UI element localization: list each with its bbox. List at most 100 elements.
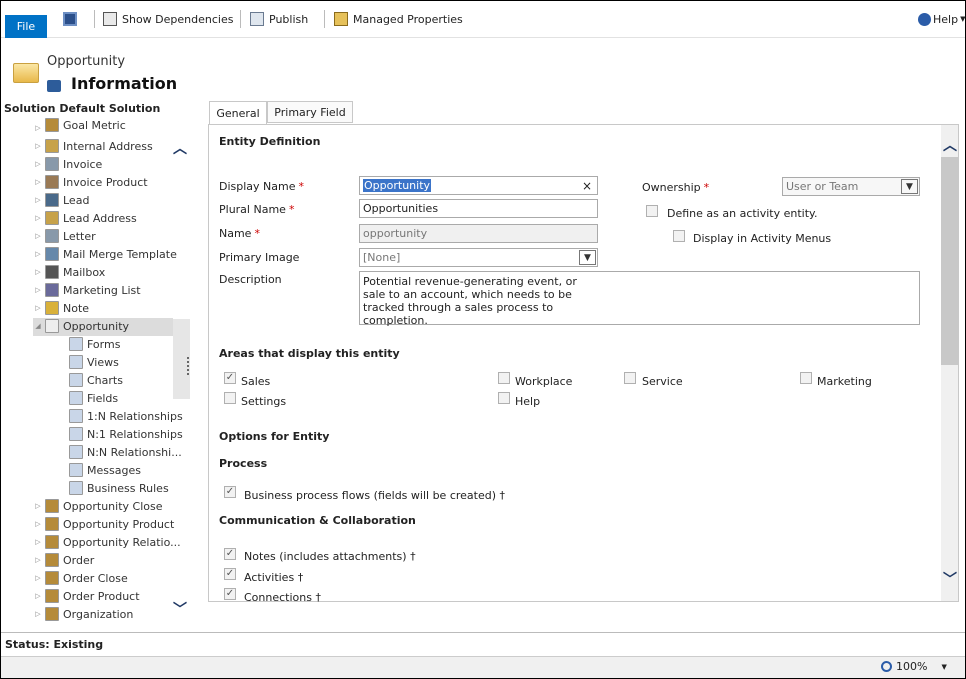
marketing-label: Marketing: [817, 375, 872, 388]
entity-name: Opportunity: [47, 54, 126, 69]
expand-icon[interactable]: ▷: [33, 268, 43, 276]
nav-item-label: N:1 Relationships: [87, 427, 183, 441]
settings-checkbox[interactable]: [224, 392, 236, 404]
nav-sub-item[interactable]: Messages: [67, 461, 141, 479]
nav-item-label: Organization: [63, 607, 134, 621]
nav-item-label: Charts: [87, 373, 123, 387]
connections-checkbox[interactable]: ✓: [224, 588, 236, 600]
workplace-checkbox[interactable]: [498, 372, 510, 384]
expand-icon[interactable]: ▷: [33, 214, 43, 222]
activity-entity-checkbox[interactable]: [646, 205, 658, 217]
expand-icon[interactable]: ▷: [33, 250, 43, 258]
nav-item[interactable]: ▷ Lead Address: [33, 209, 137, 227]
nav-item[interactable]: ▷ Order Close: [33, 569, 128, 587]
description-textarea[interactable]: Potential revenue-generating event, or s…: [359, 271, 920, 327]
entity-icon: [45, 517, 59, 531]
activities-checkbox[interactable]: ✓: [224, 568, 236, 580]
nav-item[interactable]: ▷ Mailbox: [33, 263, 105, 281]
nav-sub-item[interactable]: Charts: [67, 371, 123, 389]
tab-general[interactable]: General: [209, 101, 267, 124]
folder-icon: [13, 63, 39, 83]
collapse-icon[interactable]: ◢: [33, 322, 43, 330]
file-button[interactable]: File: [5, 15, 47, 38]
nav-item[interactable]: ▷ Letter: [33, 227, 96, 245]
display-name-input[interactable]: Opportunity ×: [359, 176, 598, 195]
entity-icon: [45, 607, 59, 621]
expand-icon[interactable]: ▷: [33, 178, 43, 186]
nav-sub-item[interactable]: Business Rules: [67, 479, 169, 497]
nav-item[interactable]: ▷ Organization: [33, 605, 133, 623]
expand-icon[interactable]: ▷: [33, 142, 43, 150]
help-button[interactable]: Help ▼: [918, 10, 965, 28]
settings-label: Settings: [241, 395, 287, 408]
show-dependencies-label: Show Dependencies: [122, 12, 234, 26]
nav-item-label: Lead: [63, 193, 90, 207]
nav-sub-item[interactable]: N:N Relationshi...: [67, 443, 182, 461]
nav-item[interactable]: ▷ Invoice Product: [33, 173, 148, 191]
expand-icon[interactable]: ▷: [33, 124, 43, 132]
sales-checkbox[interactable]: ✓: [224, 372, 236, 384]
nav-item-label: N:N Relationshi...: [87, 445, 182, 459]
expand-icon[interactable]: ▷: [33, 304, 43, 312]
plural-name-label: Plural Name *: [219, 203, 295, 216]
nav-item[interactable]: ◢ Opportunity: [33, 317, 129, 335]
entity-icon: [69, 409, 83, 423]
business-process-checkbox[interactable]: ✓: [224, 486, 236, 498]
expand-icon[interactable]: ▷: [33, 520, 43, 528]
zoom-control[interactable]: 100% ▼: [881, 660, 947, 673]
nav-item[interactable]: ▷ Mail Merge Template: [33, 245, 177, 263]
publish-button[interactable]: Publish: [250, 10, 308, 28]
nav-item[interactable]: ▷ Opportunity Relatio...: [33, 533, 181, 551]
name-value: opportunity: [363, 227, 428, 240]
nav-item[interactable]: ▷ Goal Metric: [33, 118, 126, 132]
help-checkbox[interactable]: [498, 392, 510, 404]
scroll-up-icon[interactable]: ︿: [173, 138, 187, 158]
notes-checkbox[interactable]: ✓: [224, 548, 236, 560]
nav-item[interactable]: ▷ Note: [33, 299, 89, 317]
marketing-checkbox[interactable]: [800, 372, 812, 384]
nav-sub-item[interactable]: Forms: [67, 335, 120, 353]
scroll-down-icon[interactable]: ﹀: [943, 569, 957, 589]
expand-icon[interactable]: ▷: [33, 160, 43, 168]
save-button[interactable]: [63, 10, 82, 28]
nav-sub-item[interactable]: N:1 Relationships: [67, 425, 183, 443]
nav-item[interactable]: ▷ Opportunity Close: [33, 497, 162, 515]
nav-item[interactable]: ▷ Invoice: [33, 155, 102, 173]
nav-sub-item[interactable]: Views: [67, 353, 119, 371]
form-scroll-thumb[interactable]: [941, 157, 958, 365]
nav-item[interactable]: ▷ Order: [33, 551, 94, 569]
nav-sub-item[interactable]: Fields: [67, 389, 118, 407]
expand-icon[interactable]: ▷: [33, 556, 43, 564]
publish-label: Publish: [269, 12, 309, 26]
nav-sub-item[interactable]: 1:N Relationships: [67, 407, 183, 425]
nav-item-label: Invoice Product: [63, 175, 148, 189]
managed-properties-button[interactable]: Managed Properties: [334, 10, 463, 28]
tab-primary-field[interactable]: Primary Field: [267, 101, 353, 123]
nav-item[interactable]: ▷ Order Product: [33, 587, 140, 605]
show-dependencies-button[interactable]: Show Dependencies: [103, 10, 233, 28]
scroll-up-icon[interactable]: ︿: [943, 135, 957, 155]
clear-icon[interactable]: ×: [582, 179, 592, 193]
nav-item[interactable]: ▷ Internal Address: [33, 137, 153, 155]
plural-name-input[interactable]: Opportunities: [359, 199, 598, 218]
expand-icon[interactable]: ▷: [33, 592, 43, 600]
expand-icon[interactable]: ▷: [33, 232, 43, 240]
expand-icon[interactable]: ▷: [33, 538, 43, 546]
scroll-down-icon[interactable]: ﹀: [173, 599, 187, 619]
nav-item[interactable]: ▷ Opportunity Product: [33, 515, 174, 533]
expand-icon[interactable]: ▷: [33, 502, 43, 510]
help-label: Help: [933, 12, 959, 26]
activity-menus-checkbox[interactable]: [673, 230, 685, 242]
expand-icon[interactable]: ▷: [33, 574, 43, 582]
expand-icon[interactable]: ▷: [33, 196, 43, 204]
nav-item-label: Internal Address: [63, 139, 153, 153]
nav-item[interactable]: ▷ Marketing List: [33, 281, 141, 299]
sales-label: Sales: [241, 375, 271, 388]
expand-icon[interactable]: ▷: [33, 610, 43, 618]
splitter-grip[interactable]: [187, 357, 189, 375]
service-checkbox[interactable]: [624, 372, 636, 384]
nav-item-label: Messages: [87, 463, 141, 477]
primary-image-select[interactable]: [None] ▼: [359, 248, 598, 267]
nav-item[interactable]: ▷ Lead: [33, 191, 89, 209]
expand-icon[interactable]: ▷: [33, 286, 43, 294]
